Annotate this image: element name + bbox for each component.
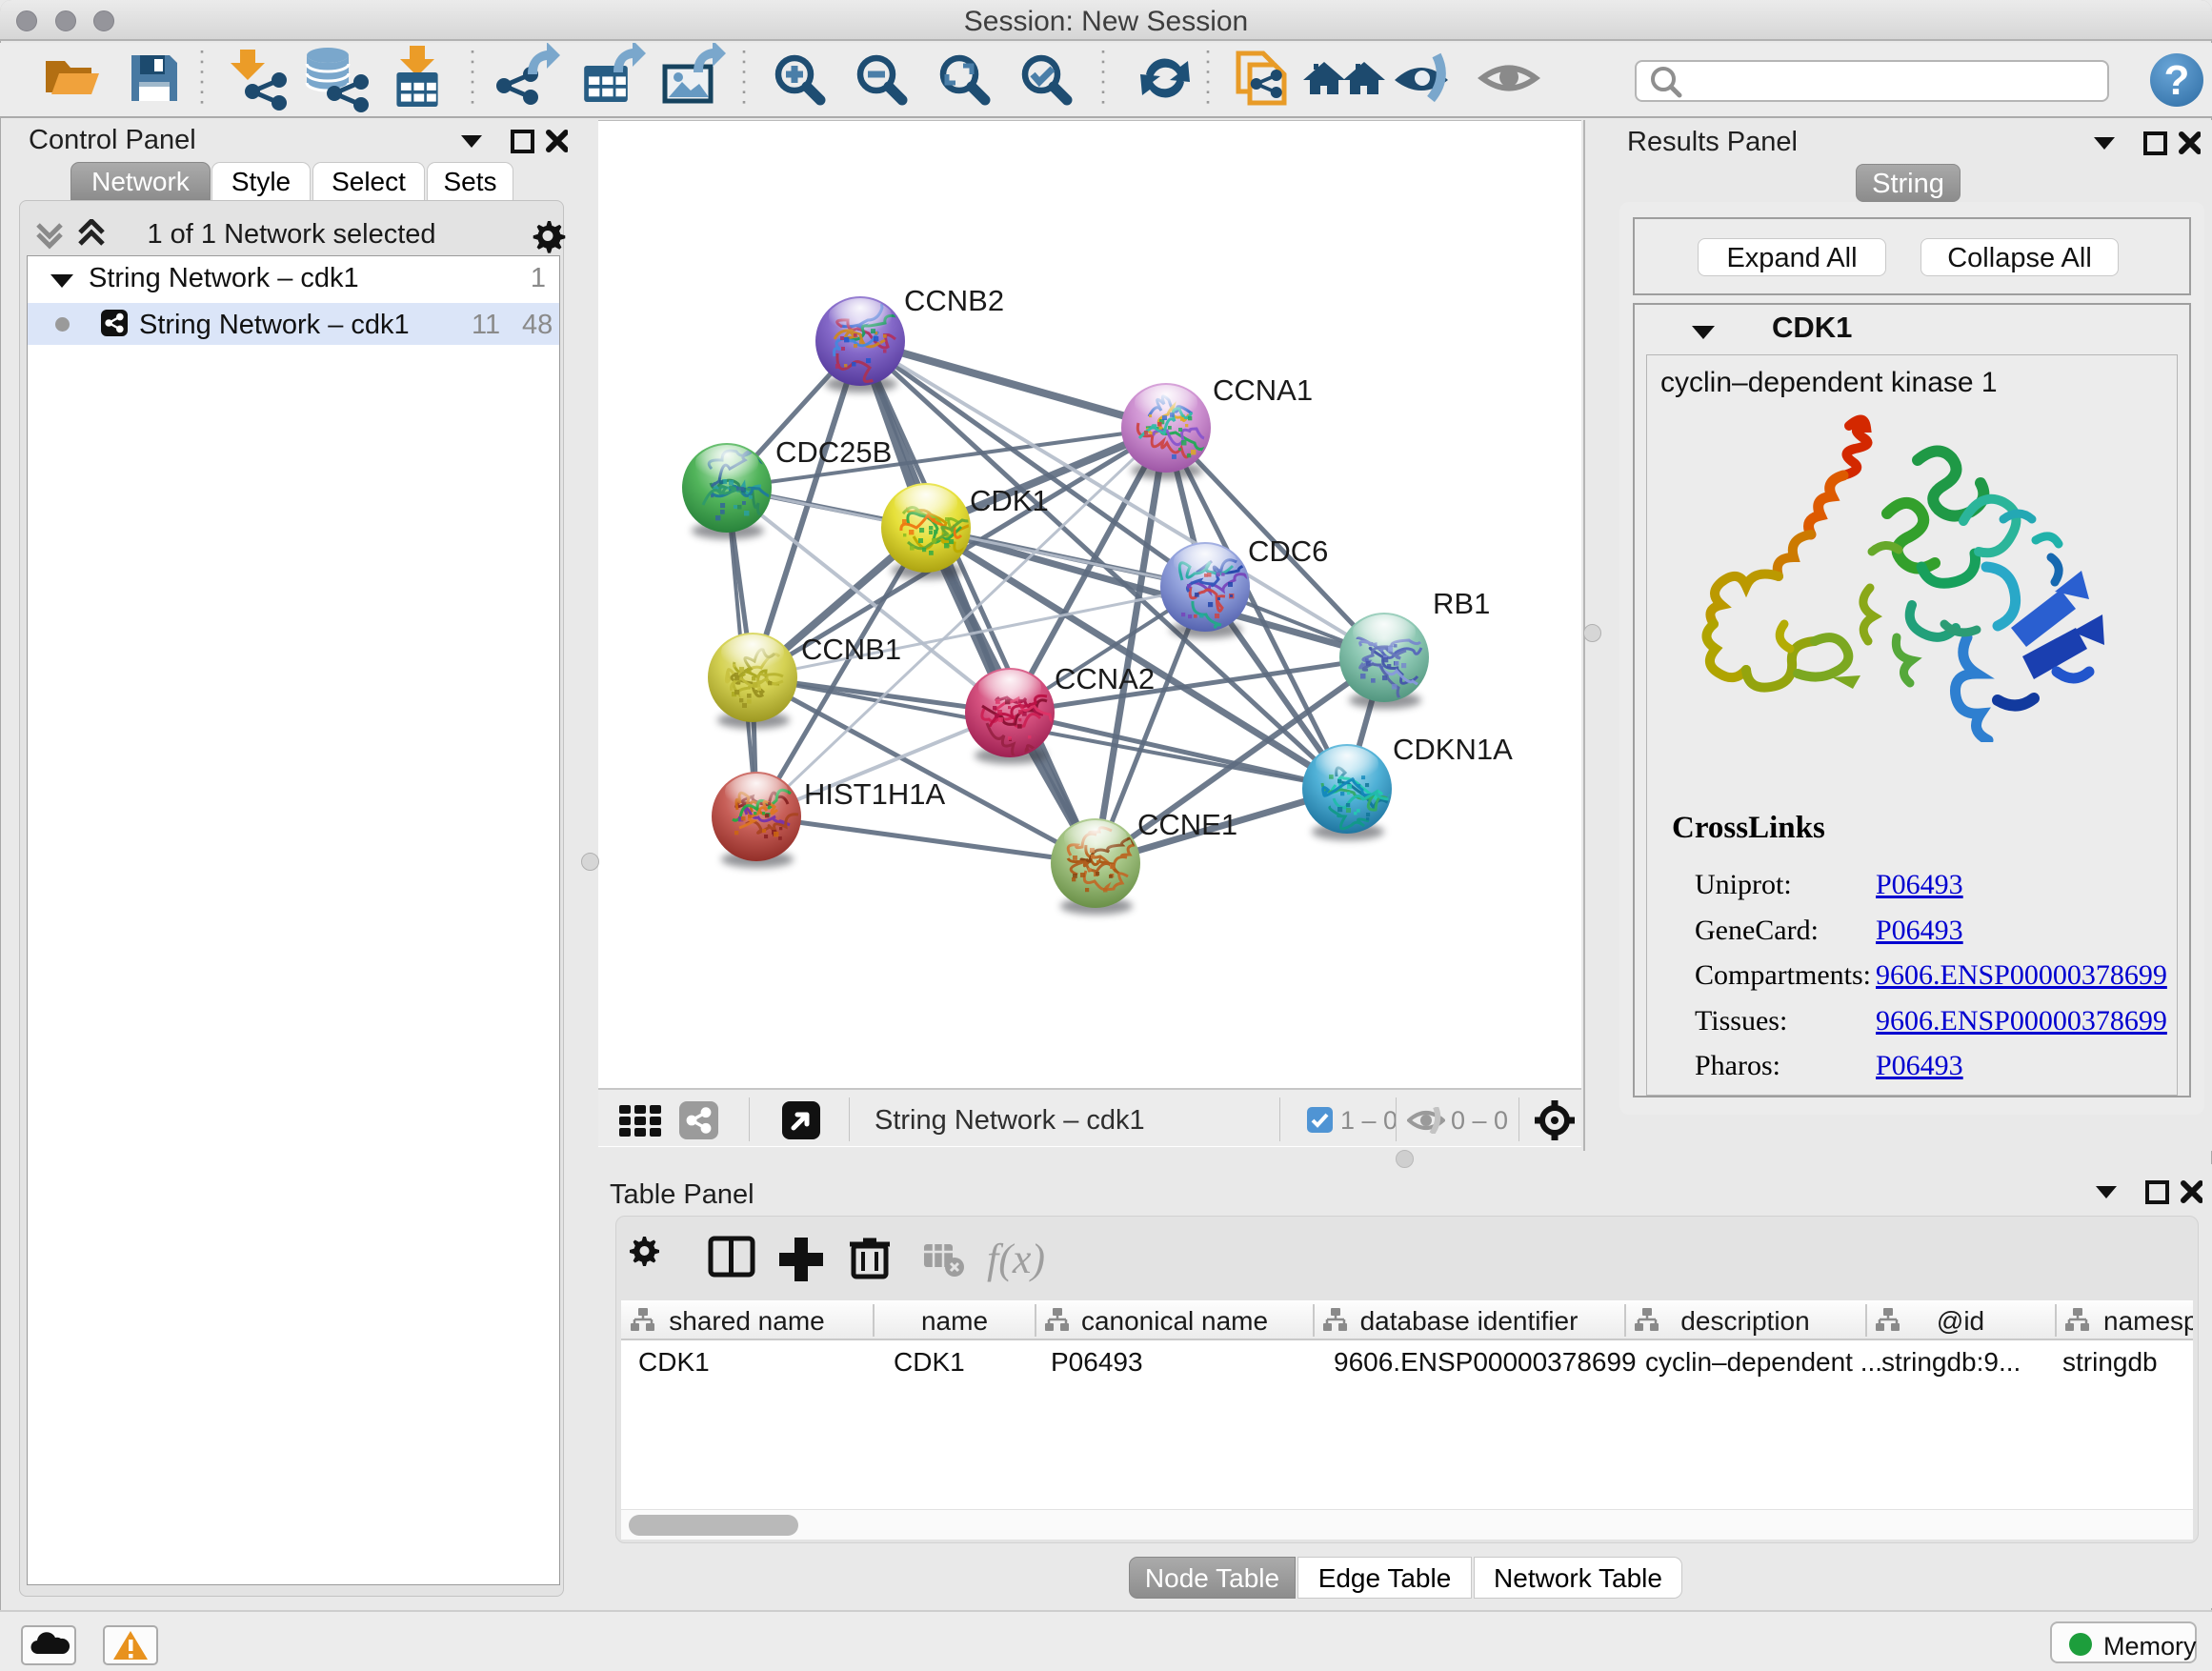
svg-text:description: description bbox=[1680, 1306, 1809, 1336]
svg-text:CDC25B: CDC25B bbox=[775, 435, 892, 469]
svg-text:database identifier: database identifier bbox=[1360, 1306, 1579, 1336]
svg-text:CCNA2: CCNA2 bbox=[1055, 662, 1155, 695]
svg-text:CDK1: CDK1 bbox=[970, 484, 1049, 517]
svg-text:CDC6: CDC6 bbox=[1248, 534, 1328, 568]
svg-text:@id: @id bbox=[1937, 1306, 1984, 1336]
svg-text:RB1: RB1 bbox=[1433, 587, 1490, 620]
svg-text:CCNB1: CCNB1 bbox=[801, 633, 901, 666]
svg-text:HIST1H1A: HIST1H1A bbox=[804, 777, 945, 811]
svg-text:shared name: shared name bbox=[669, 1306, 824, 1336]
svg-text:CCNA1: CCNA1 bbox=[1213, 373, 1313, 407]
svg-text:CCNE1: CCNE1 bbox=[1137, 808, 1237, 841]
svg-text:CCNB2: CCNB2 bbox=[904, 284, 1004, 317]
svg-text:namespace: namespace bbox=[2103, 1306, 2193, 1336]
svg-text:f(x): f(x) bbox=[987, 1236, 1045, 1282]
svg-text:name: name bbox=[921, 1306, 988, 1336]
svg-text:canonical name: canonical name bbox=[1081, 1306, 1268, 1336]
svg-text:?: ? bbox=[2164, 57, 2190, 104]
svg-text:CDKN1A: CDKN1A bbox=[1393, 733, 1513, 766]
